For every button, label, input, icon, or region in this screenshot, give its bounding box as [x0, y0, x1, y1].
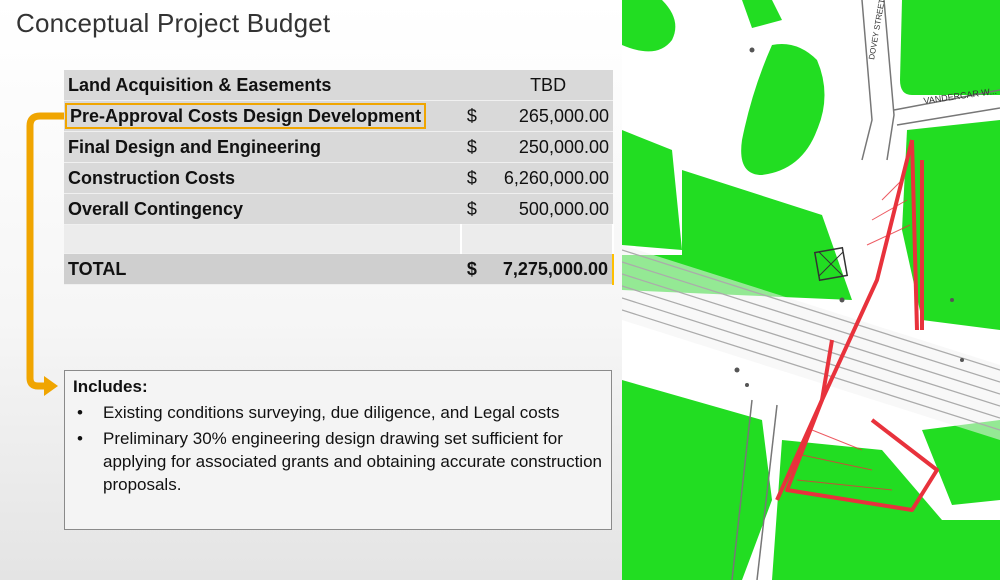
- budget-row: Pre-Approval Costs Design Development $ …: [64, 100, 613, 132]
- row-label-highlighted: Pre-Approval Costs Design Development: [64, 102, 427, 129]
- list-item: • Preliminary 30% engineering design dra…: [73, 427, 603, 496]
- includes-box: Includes: • Existing conditions surveyin…: [64, 370, 612, 530]
- row-currency: $: [460, 193, 484, 225]
- empty-row: [64, 224, 615, 254]
- row-currency: $: [460, 162, 484, 194]
- row-amount: 250,000.00: [483, 131, 613, 163]
- row-amount: 265,000.00: [483, 100, 613, 132]
- site-plan-drawing: DOVEY STREET VANDERCAR W...: [622, 0, 1000, 580]
- total-currency: $: [460, 253, 484, 285]
- list-item: • Existing conditions surveying, due dil…: [73, 401, 603, 424]
- total-amount: 7,275,000.00: [483, 253, 614, 285]
- row-label: Land Acquisition & Easements: [64, 70, 461, 101]
- row-amount: 6,260,000.00: [483, 162, 613, 194]
- row-label: Overall Contingency: [64, 193, 461, 225]
- row-currency: [460, 70, 484, 101]
- budget-table: Land Acquisition & Easements TBD Pre-App…: [64, 70, 615, 285]
- row-label: Construction Costs: [64, 162, 461, 194]
- budget-row: Final Design and Engineering $ 250,000.0…: [64, 131, 613, 163]
- callout-arrow-icon: [26, 112, 64, 396]
- list-item-text: Preliminary 30% engineering design drawi…: [103, 429, 602, 494]
- row-currency: $: [460, 131, 484, 163]
- site-plan-map: DOVEY STREET VANDERCAR W...: [622, 0, 1000, 580]
- row-amount: TBD: [483, 70, 613, 101]
- bullet-icon: •: [77, 429, 83, 448]
- total-label: TOTAL: [64, 253, 461, 285]
- row-amount: 500,000.00: [483, 193, 613, 225]
- includes-heading: Includes:: [73, 377, 148, 396]
- total-row: TOTAL $ 7,275,000.00: [64, 253, 614, 285]
- list-item-text: Existing conditions surveying, due dilig…: [103, 403, 560, 422]
- budget-row: Construction Costs $ 6,260,000.00: [64, 162, 613, 194]
- row-currency: $: [460, 100, 484, 132]
- row-label: Final Design and Engineering: [64, 131, 461, 163]
- budget-row: Overall Contingency $ 500,000.00: [64, 193, 613, 225]
- bullet-icon: •: [77, 403, 83, 422]
- budget-row: Land Acquisition & Easements TBD: [64, 70, 613, 101]
